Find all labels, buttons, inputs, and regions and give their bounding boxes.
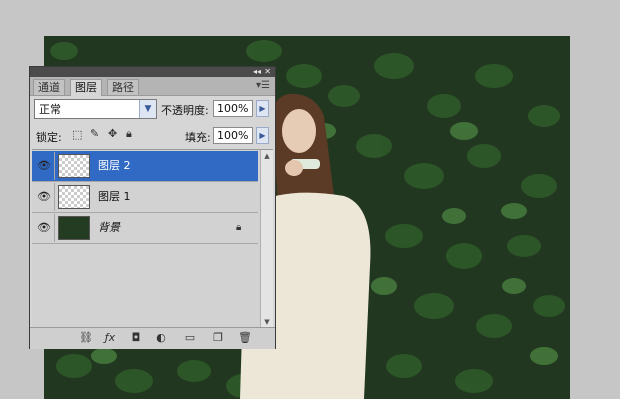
blend-mode-value: 正常 <box>39 103 61 116</box>
layer-thumbnail <box>58 216 90 240</box>
eye-icon[interactable]: 👁︎ <box>34 183 55 211</box>
fx-icon[interactable]: ƒx <box>102 331 118 344</box>
double-chevron-icon[interactable]: ◂◂ <box>253 67 261 77</box>
adjustment-layer-icon[interactable]: ◐ <box>153 331 169 344</box>
scroll-up-icon[interactable]: ▲ <box>261 150 273 162</box>
panel-tabs: 通道 图层 路径 ▾☰ <box>30 77 275 96</box>
scrollbar[interactable]: ▲ ▼ <box>260 150 273 328</box>
panel-menu-icon[interactable]: ▾☰ <box>256 80 270 91</box>
eye-icon[interactable]: 👁︎ <box>34 152 55 180</box>
layer-name: 背景 <box>98 221 120 234</box>
panel-titlebar[interactable]: ◂◂ ✕ <box>30 67 275 77</box>
layer-name: 图层 1 <box>98 190 131 203</box>
layer-row[interactable]: 👁︎ 图层 1 <box>32 182 258 213</box>
lock-all-icon[interactable]: 🔒︎ <box>126 127 132 141</box>
new-group-icon[interactable]: ▭ <box>182 331 198 344</box>
layer-list: 👁︎ 图层 2 👁︎ 图层 1 👁︎ 背景 🔒︎ ▲ ▼ <box>32 149 273 328</box>
fill-input[interactable]: 100% <box>213 127 253 144</box>
lock-label: 锁定: <box>36 131 62 144</box>
lock-position-icon[interactable]: ✥ <box>108 127 117 140</box>
lock-icon: 🔒︎ <box>236 222 242 233</box>
fill-arrow-icon[interactable]: ▶ <box>256 127 269 144</box>
eye-icon[interactable]: 👁︎ <box>34 214 55 242</box>
lock-row: 锁定: ⬚ ✎ ✥ 🔒︎ 填充: 100% ▶ <box>30 126 275 146</box>
layer-thumbnail <box>58 185 90 209</box>
layer-thumbnail <box>58 154 90 178</box>
close-icon[interactable]: ✕ <box>264 67 271 77</box>
delete-icon[interactable]: 🗑︎ <box>237 331 253 344</box>
add-mask-icon[interactable]: ◘ <box>128 331 144 344</box>
tab-paths[interactable]: 路径 <box>107 79 139 95</box>
panel-footer: ⛓︎ ƒx ◘ ◐ ▭ ❐ 🗑︎ <box>30 327 275 349</box>
layer-row[interactable]: 👁︎ 背景 🔒︎ <box>32 213 258 244</box>
opacity-input[interactable]: 100% <box>213 100 253 117</box>
blend-mode-select[interactable]: 正常 ▼ <box>34 99 157 119</box>
opacity-label: 不透明度: <box>161 104 209 117</box>
blend-row: 正常 ▼ 不透明度: 100% ▶ <box>30 99 275 121</box>
new-layer-icon[interactable]: ❐ <box>210 331 226 344</box>
opacity-arrow-icon[interactable]: ▶ <box>256 100 269 117</box>
link-layers-icon[interactable]: ⛓︎ <box>78 331 94 344</box>
layer-row[interactable]: 👁︎ 图层 2 <box>32 151 258 182</box>
layer-name: 图层 2 <box>98 159 131 172</box>
chevron-down-icon[interactable]: ▼ <box>139 100 156 118</box>
layers-panel: ◂◂ ✕ 通道 图层 路径 ▾☰ 正常 ▼ 不透明度: 100% ▶ 锁定: ⬚… <box>29 66 276 349</box>
fill-label: 填充: <box>185 131 211 144</box>
tab-channels[interactable]: 通道 <box>33 79 65 95</box>
tab-layers[interactable]: 图层 <box>70 79 102 96</box>
lock-transparency-icon[interactable]: ⬚ <box>72 128 82 141</box>
lock-pixels-icon[interactable]: ✎ <box>90 127 99 140</box>
